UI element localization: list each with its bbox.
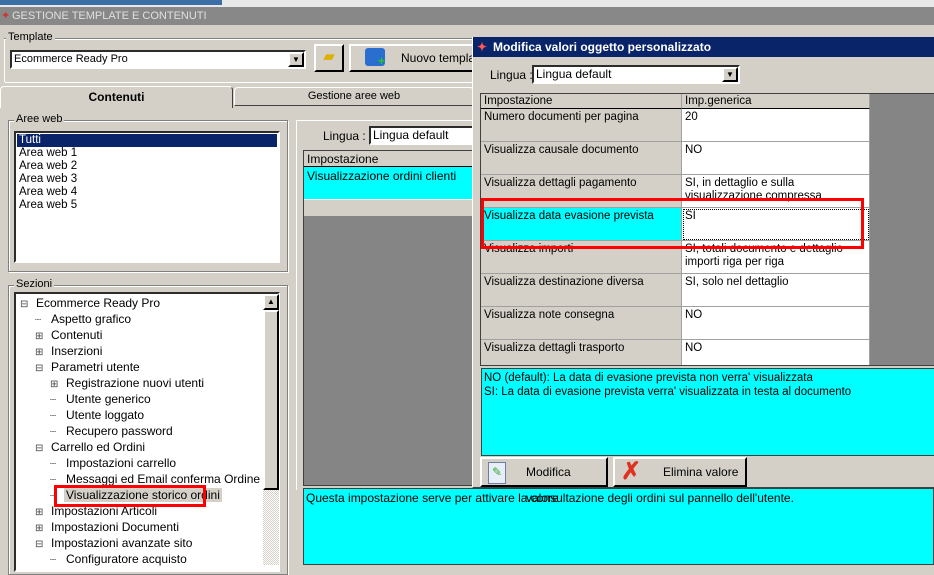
tree-node[interactable]: ┈ Recupero password — [20, 423, 278, 439]
row-value-cell[interactable]: NO — [682, 142, 870, 175]
tree-node-label: Contenuti — [51, 328, 103, 342]
edit-value-button[interactable]: ✎ Modifica valore — [480, 457, 608, 505]
content-lingua-select[interactable]: Lingua default — [369, 126, 479, 145]
tree-node[interactable]: ┈ Aspetto grafico — [20, 311, 278, 327]
template-label: Template — [6, 31, 55, 43]
scroll-thumb[interactable] — [263, 310, 279, 490]
main-title-bar: ✦ GESTIONE TEMPLATE E CONTENUTI — [0, 7, 934, 25]
tree-line: ┈ — [50, 555, 57, 566]
column-header-impostazione[interactable]: Impostazione — [481, 94, 682, 109]
row-name-cell[interactable]: Visualizza note consegna — [481, 307, 682, 340]
row-name-cell[interactable]: Numero documenti per pagina — [481, 109, 682, 142]
dialog-app-icon: ✦ — [477, 40, 488, 54]
tree-node[interactable]: ⊟ Parametri utente — [20, 359, 278, 375]
dialog-lingua-label: Lingua : — [490, 68, 533, 82]
tree-node[interactable]: ⊞ Registrazione nuovi utenti — [20, 375, 278, 391]
window-title: GESTIONE TEMPLATE E CONTENUTI — [12, 10, 207, 22]
tree-node[interactable]: ⊞ Contenuti — [20, 327, 278, 343]
tree-node[interactable]: ⊟ Impostazioni avanzate sito — [20, 535, 278, 551]
tree-node[interactable]: ⊟ Ecommerce Ready Pro — [20, 295, 278, 311]
aree-web-item[interactable]: Area web 2 — [17, 160, 277, 173]
tree-node-label: Recupero password — [66, 424, 173, 438]
row-name-cell[interactable]: Visualizza destinazione diversa — [481, 274, 682, 307]
content-grid-row[interactable]: Visualizzazione ordini clienti — [304, 167, 479, 199]
tree-node[interactable]: ⊞ Impostazioni Documenti — [20, 519, 278, 535]
tree-node-label: Impostazioni avanzate sito — [51, 536, 193, 550]
sezioni-label: Sezioni — [14, 278, 55, 290]
tree-node-label: Utente loggato — [66, 408, 145, 422]
tree-node-label: Impostazioni carrello — [66, 456, 177, 470]
tree-node-label: Ecommerce Ready Pro — [36, 296, 161, 310]
delete-x-icon: ✗ — [621, 458, 642, 485]
tree-node[interactable]: ┈ Impostazioni carrello — [20, 455, 278, 471]
tree-node-label: Impostazioni Documenti — [51, 520, 180, 534]
help-text-box: NO (default): La data di evasione previs… — [481, 368, 934, 456]
aree-web-item[interactable]: Area web 5 — [17, 199, 277, 212]
tree-node-label: Utente generico — [66, 392, 151, 406]
tab-gestione-aree-web[interactable]: Gestione aree web — [234, 87, 474, 106]
edit-values-dialog: ✦ Modifica valori oggetto personalizzato… — [472, 37, 934, 505]
template-select[interactable]: Ecommerce Ready Pro ▼ — [10, 50, 306, 69]
new-template-icon: + — [365, 48, 385, 68]
row-value-cell[interactable]: SI, solo nel dettaglio — [682, 274, 870, 307]
background-strip — [0, 0, 934, 7]
delete-value-button[interactable]: ✗ Elimina valore — [613, 457, 747, 487]
tab-contenuti[interactable]: Contenuti — [0, 86, 233, 108]
open-folder-button[interactable]: ▰ — [314, 44, 344, 72]
aree-web-item[interactable]: Area web 4 — [17, 186, 277, 199]
edit-pencil-icon: ✎ — [488, 462, 506, 484]
tree-node-label: Registrazione nuovi utenti — [66, 376, 205, 390]
content-description: Questa impostazione serve per attivare l… — [303, 488, 934, 565]
tree-node[interactable]: ⊞ Inserzioni — [20, 343, 278, 359]
scroll-up-button[interactable]: ▲ — [263, 294, 279, 310]
tree-node-label: Messaggi ed Email conferma Ordine — [66, 472, 261, 486]
aree-web-list[interactable]: Tutti Area web 1 Area web 2 Area web 3 Area … — [14, 131, 280, 263]
tree-node[interactable]: ┈ Utente loggato — [20, 407, 278, 423]
row-value-cell[interactable]: 20 — [682, 109, 870, 142]
highlight-selected-row — [481, 198, 864, 249]
tree-node-label: Parametri utente — [51, 360, 140, 374]
new-template-button[interactable]: + Nuovo template — [349, 44, 489, 72]
dialog-title-bar: ✦ Modifica valori oggetto personalizzato — [473, 37, 934, 57]
chevron-down-icon[interactable]: ▼ — [288, 52, 304, 67]
sezioni-tree[interactable]: ⊟ Ecommerce Ready Pro ┈ Aspetto grafico ⊞ Con… — [14, 292, 280, 572]
chevron-down-icon[interactable]: ▼ — [722, 67, 738, 82]
tree-scrollbar[interactable]: ▲ — [263, 294, 279, 565]
help-line: NO (default): La data di evasione previs… — [484, 372, 813, 384]
content-grid-header: Impostazione — [304, 151, 479, 167]
dialog-lingua-select[interactable]: Lingua default ▼ — [532, 65, 740, 84]
content-lingua-label: Lingua : — [323, 129, 366, 143]
tree-node[interactable]: ⊟ Carrello ed Ordini — [20, 439, 278, 455]
row-value-cell[interactable]: NO — [682, 340, 870, 365]
row-name-cell[interactable]: Visualizza dettagli trasporto — [481, 340, 682, 365]
aree-web-label: Aree web — [14, 113, 65, 125]
highlight-tree-item — [54, 485, 206, 507]
folder-icon: ▰ — [323, 48, 335, 65]
aree-web-item[interactable]: Area web 3 — [17, 173, 277, 186]
tree-node-label: Configuratore acquisto — [66, 552, 187, 566]
app-icon: ✦ — [1, 10, 11, 22]
content-grid[interactable]: Impostazione Visualizzazione ordini clie… — [303, 150, 479, 486]
tree-node-label: Carrello ed Ordini — [51, 440, 146, 454]
aree-web-item[interactable]: Area web 1 — [17, 147, 277, 160]
row-name-cell[interactable]: Visualizza causale documento — [481, 142, 682, 175]
tree-node-label: Inserzioni — [51, 344, 103, 358]
column-header-imp-generica[interactable]: Imp.generica — [682, 94, 870, 109]
help-line: SI: La data di evasione prevista verra' … — [484, 386, 852, 398]
row-value-cell[interactable]: NO — [682, 307, 870, 340]
aree-web-item[interactable]: Tutti — [17, 134, 277, 147]
tree-node[interactable]: ┈ Utente generico — [20, 391, 278, 407]
tree-node-label: Aspetto grafico — [51, 312, 132, 326]
